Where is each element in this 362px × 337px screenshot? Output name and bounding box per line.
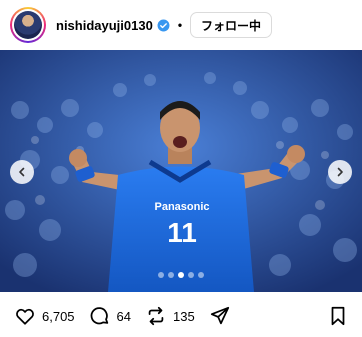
chevron-right-icon (337, 167, 343, 177)
bookmark-icon[interactable] (328, 305, 348, 327)
repost-icon[interactable] (145, 305, 167, 327)
carousel-dot (158, 272, 164, 278)
avatar[interactable] (10, 7, 46, 43)
comment-action: 64 (89, 305, 131, 327)
carousel-dot (188, 272, 194, 278)
photo-illustration: 11 Panasonic (0, 50, 362, 292)
header-separator: • (177, 18, 183, 32)
previous-photo-button[interactable] (10, 160, 34, 184)
share-action (209, 305, 231, 327)
carousel-dot (178, 272, 184, 278)
save-action (328, 305, 348, 327)
comment-icon[interactable] (89, 305, 111, 327)
username-link[interactable]: nishidayuji0130 (56, 18, 153, 33)
repost-action: 135 (145, 305, 195, 327)
avatar-image (14, 11, 42, 39)
share-icon[interactable] (209, 305, 231, 327)
carousel-indicator (0, 272, 362, 280)
carousel-dot (198, 272, 204, 278)
following-button[interactable]: フォロー中 (190, 12, 273, 38)
avatar-frame (12, 9, 44, 41)
like-action: 6,705 (14, 305, 75, 327)
heart-icon[interactable] (14, 305, 36, 327)
repost-count[interactable]: 135 (173, 309, 195, 324)
comment-count[interactable]: 64 (117, 309, 131, 324)
post-actions: 6,705 64 135 (0, 296, 362, 336)
chevron-left-icon (19, 167, 25, 177)
post-photo[interactable]: 11 Panasonic (0, 50, 362, 292)
jersey-number: 11 (167, 217, 197, 248)
verified-badge-icon (157, 19, 170, 32)
jersey-brand: Panasonic (154, 201, 209, 213)
next-photo-button[interactable] (328, 160, 352, 184)
like-count[interactable]: 6,705 (42, 309, 75, 324)
carousel-dot (168, 272, 174, 278)
post-header: nishidayuji0130 • フォロー中 (0, 0, 362, 50)
